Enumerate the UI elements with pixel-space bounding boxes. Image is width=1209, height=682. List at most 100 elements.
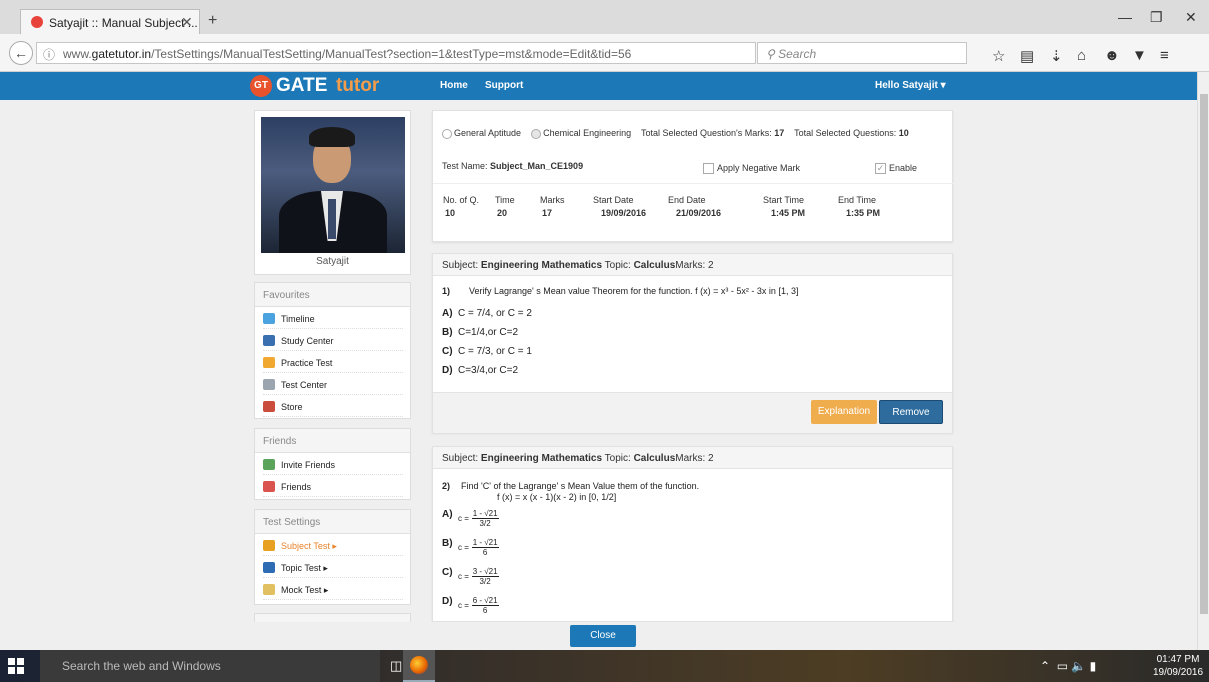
table-cell: 1:35 PM xyxy=(846,208,881,218)
scrollbar-thumb[interactable] xyxy=(1200,94,1208,614)
sidebar-item-test-setting[interactable]: Subject Test ▸ xyxy=(263,538,403,556)
tab-close-icon[interactable]: ✕ xyxy=(181,14,193,31)
page-scrollbar[interactable] xyxy=(1197,72,1209,650)
sidebar-item-friend[interactable]: Invite Friends xyxy=(263,457,403,475)
table-header: End Time xyxy=(838,195,877,205)
section-radio-chemical[interactable]: Chemical Engineering xyxy=(531,128,631,139)
favourite-icon xyxy=(263,335,275,346)
favourite-icon xyxy=(263,379,275,390)
sidebar-item-favourite[interactable]: Study Center xyxy=(263,333,403,351)
windows-taskbar: Search the web and Windows ◫ ⌃ ▭ 🔈 ▮ 01:… xyxy=(0,650,1209,682)
download-icon[interactable]: ⇣ xyxy=(1050,47,1063,65)
section-radio-general[interactable]: General Aptitude xyxy=(442,128,521,139)
sidebar-item-test-setting[interactable]: Topic Test ▸ xyxy=(263,560,403,578)
profile-card: Satyajit xyxy=(254,110,411,275)
photo-tie xyxy=(328,199,336,239)
test-details-table: No. of Q. 10 Time 20 Marks 17 Start Date 19/09/… xyxy=(433,195,954,229)
answer-option: D) C=3/4,or C=2 xyxy=(442,365,519,376)
gatetutor-logo[interactable]: GT GATE tutor xyxy=(250,75,395,97)
restore-button[interactable]: ❐ xyxy=(1150,9,1163,26)
answer-option: D) c = 6 - √21 6 xyxy=(442,596,499,615)
minimize-button[interactable]: — xyxy=(1118,9,1132,25)
favourite-icon xyxy=(263,401,275,412)
explanation-button[interactable]: Explanation xyxy=(811,400,877,424)
section-selector: General Aptitude Chemical Engineering To… xyxy=(442,128,909,139)
profile-name: Satyajit xyxy=(316,256,349,267)
user-menu[interactable]: Hello Satyajit ▾ xyxy=(875,80,946,91)
info-icon[interactable]: ⓘ xyxy=(43,46,55,63)
question-number: 1) xyxy=(442,286,451,296)
firefox-taskbar-button[interactable] xyxy=(403,650,435,682)
sidebar-item-favourite[interactable]: Timeline xyxy=(263,311,403,329)
taskbar-search-input[interactable]: Search the web and Windows xyxy=(40,650,380,682)
test-setting-icon xyxy=(263,562,275,573)
answer-option: C) c = 3 - √21 3/2 xyxy=(442,567,499,586)
friends-title: Friends xyxy=(255,429,410,453)
table-cell: 19/09/2016 xyxy=(601,208,647,218)
question-card: Subject: Engineering Mathematics Topic: … xyxy=(432,253,953,433)
sidebar-item-label: Test Center xyxy=(281,380,328,390)
divider xyxy=(433,183,954,184)
sidebar-item-favourite[interactable]: Store xyxy=(263,399,403,417)
bottom-bar: Close xyxy=(0,622,1197,650)
table-header: Start Date xyxy=(593,195,634,205)
radio-selected-icon xyxy=(531,128,542,139)
friend-icon xyxy=(263,481,275,492)
close-button[interactable]: Close xyxy=(570,625,636,647)
test-settings-panel: Test Settings Subject Test ▸ Topic Test ▸… xyxy=(254,509,411,605)
question-text: Find 'C' of the Lagrange' s Mean Value t… xyxy=(461,481,700,491)
answer-option: B) c = 1 - √21 6 xyxy=(442,538,499,557)
windows-start-icon[interactable] xyxy=(8,658,24,674)
table-cell: 20 xyxy=(497,208,508,218)
taskbar-clock[interactable]: 01:47 PM 19/09/2016 xyxy=(1150,653,1206,679)
reading-list-icon[interactable]: ▤ xyxy=(1020,47,1034,65)
table-cell: 17 xyxy=(542,208,553,218)
favourite-icon xyxy=(263,357,275,368)
window-close-button[interactable]: ✕ xyxy=(1185,9,1197,26)
profile-photo xyxy=(261,117,405,253)
nav-support-link[interactable]: Support xyxy=(485,80,523,91)
search-input[interactable]: ⚲ Search xyxy=(757,42,967,64)
question-footer: Explanation Remove xyxy=(433,392,952,433)
browser-tab[interactable]: Satyajit :: Manual Subject ... ✕ xyxy=(20,9,200,34)
tab-title: Satyajit :: Manual Subject ... xyxy=(49,16,198,30)
hello-icon[interactable]: ☻ xyxy=(1104,47,1120,64)
sidebar-item-favourite[interactable]: Practice Test xyxy=(263,355,403,373)
question-header: Subject: Engineering Mathematics Topic: … xyxy=(433,254,952,276)
sidebar-item-label: Subject Test ▸ xyxy=(281,541,337,551)
system-tray[interactable]: ⌃ ▭ 🔈 ▮ xyxy=(1040,659,1096,673)
task-view-icon[interactable]: ◫ xyxy=(390,658,402,674)
address-bar[interactable]: ⓘ www.gatetutor.in/TestSettings/ManualTe… xyxy=(36,42,774,64)
total-marks: Total Selected Question's Marks: 17 xyxy=(640,128,785,138)
sidebar-item-favourite[interactable]: Test Center xyxy=(263,377,403,395)
home-icon[interactable]: ⌂ xyxy=(1077,47,1086,64)
sidebar-item-label: Timeline xyxy=(281,314,315,324)
nav-home-link[interactable]: Home xyxy=(440,80,468,91)
browser-tab-bar: Satyajit :: Manual Subject ... ✕ + — ❐ ✕ xyxy=(0,0,1209,34)
negative-mark-checkbox[interactable]: Apply Negative Mark xyxy=(703,163,800,175)
checkmark-icon: ✓ xyxy=(875,163,886,175)
sidebar-item-label: Study Center xyxy=(281,336,334,346)
table-cell: 21/09/2016 xyxy=(676,208,722,218)
table-header: Start Time xyxy=(763,195,805,205)
test-setting-icon xyxy=(263,540,275,551)
menu-icon[interactable]: ≡ xyxy=(1160,47,1169,64)
test-setting-icon xyxy=(263,584,275,595)
friend-icon xyxy=(263,459,275,470)
total-questions: Total Selected Questions: 10 xyxy=(794,128,909,138)
pocket-icon[interactable]: ▼ xyxy=(1132,47,1147,64)
logo-text: GATE xyxy=(276,75,328,96)
sidebar-item-label: Store xyxy=(281,402,303,412)
sidebar-item-test-setting[interactable]: Mock Test ▸ xyxy=(263,582,403,600)
sidebar-item-friend[interactable]: Friends xyxy=(263,479,403,497)
new-tab-button[interactable]: + xyxy=(208,12,217,30)
remove-button[interactable]: Remove xyxy=(879,400,943,424)
table-header: No. of Q. xyxy=(443,195,480,205)
enable-checkbox[interactable]: ✓ Enable xyxy=(875,163,917,175)
sidebar-item-label: Topic Test ▸ xyxy=(281,563,328,573)
sidebar-item-label: Friends xyxy=(281,482,312,492)
table-header: End Date xyxy=(668,195,706,205)
sidebar-item-label: Mock Test ▸ xyxy=(281,585,329,595)
bookmark-star-icon[interactable]: ☆ xyxy=(992,47,1005,65)
back-button[interactable]: ← xyxy=(9,41,33,65)
